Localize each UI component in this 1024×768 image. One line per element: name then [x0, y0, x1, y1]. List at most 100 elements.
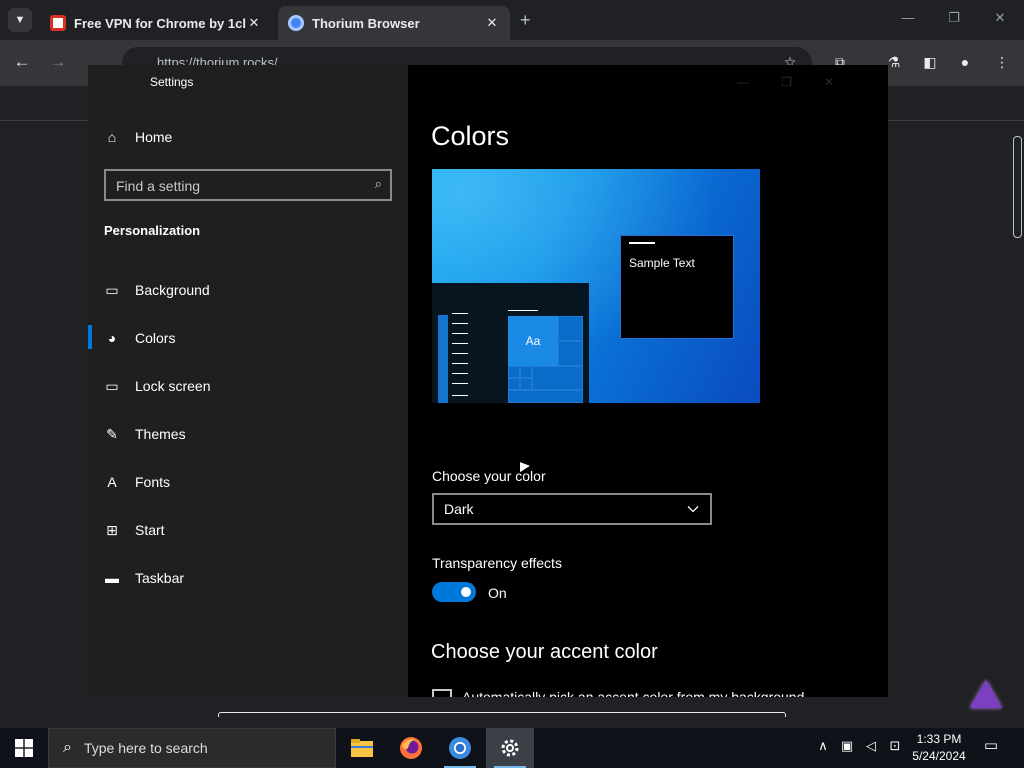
sidebar-item-background[interactable]: ▭ Background — [102, 270, 392, 310]
sidebar-item-start[interactable]: ⊞ Start — [102, 510, 392, 550]
settings-search[interactable]: ⌕ — [104, 169, 392, 201]
lock-screen-icon: ▭ — [105, 377, 119, 394]
transparency-label: Transparency effects — [432, 555, 562, 571]
browser-tab-vpn[interactable]: Free VPN for Chrome by 1click ✕ — [40, 6, 272, 40]
sidebar-item-colors[interactable]: ◕ Colors — [102, 318, 392, 358]
preview-tile — [558, 316, 583, 341]
side-panel-icon[interactable]: ◧ — [920, 54, 940, 71]
nav-label: Themes — [135, 426, 186, 442]
image-icon: ▭ — [105, 281, 119, 298]
preview-title-line — [629, 242, 655, 244]
sidebar-item-fonts[interactable]: A Fonts — [102, 462, 392, 502]
taskbar: ⌕ Type here to search ∧ ▣ ◁ ⊡ 1:33 PM 5/… — [0, 728, 1024, 768]
preview-tile-aa: Aa — [508, 316, 558, 366]
group-title: Personalization — [104, 223, 201, 238]
preview-window: Sample Text — [620, 235, 734, 339]
taskbar-icon: ▬ — [105, 570, 119, 586]
nav-label: Background — [135, 282, 210, 298]
transparency-toggle[interactable] — [432, 582, 476, 602]
toggle-knob — [461, 587, 471, 597]
auto-accent-label: Automatically pick an accent color from … — [462, 689, 805, 697]
browser-tab-thorium[interactable]: Thorium Browser ✕ — [278, 6, 510, 40]
preview-tile — [520, 378, 532, 390]
sidebar-item-taskbar[interactable]: ▬ Taskbar — [102, 558, 392, 598]
system-clock[interactable]: 1:33 PM 5/24/2024 — [904, 731, 974, 765]
notifications-icon[interactable]: ▭ — [978, 736, 1004, 758]
settings-nav: Settings ⌂ Home ⌕ Personalization ▭ Back… — [88, 65, 408, 697]
file-explorer-icon[interactable] — [338, 728, 386, 768]
action-center-warning-icon[interactable]: ⊡ — [884, 738, 906, 754]
page-title: Colors — [431, 121, 510, 151]
profile-icon[interactable]: ● — [955, 54, 975, 70]
chevron-up-icon[interactable]: ∧ — [812, 738, 834, 754]
preview-line — [452, 363, 468, 364]
page-scrollbar[interactable] — [1013, 136, 1022, 238]
sidebar-item-lock-screen[interactable]: ▭ Lock screen — [102, 366, 392, 406]
nav-label: Lock screen — [135, 378, 211, 394]
preview-line — [452, 383, 468, 384]
menu-dots-icon[interactable]: ⋮ — [992, 54, 1012, 71]
preview-line — [452, 323, 468, 324]
preview-tiles: Aa — [508, 316, 583, 403]
restore-button[interactable]: ❐ — [944, 10, 964, 26]
nav-label: Home — [135, 129, 173, 145]
network-icon[interactable]: ▣ — [836, 738, 858, 754]
windows-start-button[interactable] — [0, 728, 48, 768]
firefox-icon[interactable] — [387, 728, 435, 768]
nav-home[interactable]: ⌂ Home — [102, 117, 392, 157]
settings-content: —❐✕ Colors Sample Text Aa Choose your co… — [408, 65, 888, 697]
preview-line — [452, 343, 468, 344]
tab-search-button[interactable]: ▼ — [8, 8, 32, 32]
tab-close-icon[interactable]: ✕ — [246, 15, 262, 31]
nav-label: Colors — [135, 330, 176, 346]
sidebar-item-themes[interactable]: ✎ Themes — [102, 414, 392, 454]
search-input[interactable] — [116, 177, 356, 195]
preview-tile — [508, 390, 583, 403]
preview-start-strip — [438, 315, 448, 403]
new-tab-button[interactable]: + — [520, 10, 531, 31]
nav-label: Fonts — [135, 474, 171, 490]
settings-window: Settings ⌂ Home ⌕ Personalization ▭ Back… — [88, 65, 888, 697]
forward-icon[interactable]: → — [46, 52, 70, 72]
gear-icon — [501, 739, 519, 757]
search-icon[interactable]: ⌕ — [375, 176, 382, 192]
vpn-favicon-icon — [50, 15, 66, 31]
settings-window-controls[interactable]: —❐✕ — [737, 75, 866, 89]
minimize-button[interactable]: — — [898, 10, 918, 25]
triangle-logo-icon[interactable] — [970, 680, 1002, 708]
thorium-favicon-icon — [288, 15, 304, 31]
settings-taskbar-icon[interactable] — [486, 728, 534, 768]
fonts-icon: A — [107, 474, 117, 490]
browser-tab-strip: ▼ Free VPN for Chrome by 1click ✕ Thoriu… — [0, 0, 1024, 40]
clock-date: 5/24/2024 — [912, 749, 966, 763]
home-icon: ⌂ — [107, 129, 117, 145]
preview-tile — [520, 366, 532, 378]
volume-muted-icon[interactable]: ◁ — [860, 738, 882, 754]
preview-tiles-header — [508, 310, 538, 311]
preview-tile — [508, 378, 520, 390]
preview-line — [452, 313, 468, 314]
search-icon: ⌕ — [63, 739, 72, 756]
color-mode-dropdown[interactable]: Dark — [432, 493, 712, 525]
back-icon[interactable]: ← — [10, 52, 34, 72]
taskbar-search-box[interactable]: ⌕ Type here to search — [48, 728, 336, 768]
start-icon: ⊞ — [106, 521, 118, 538]
color-preview: Sample Text Aa — [432, 169, 760, 403]
tab-close-icon[interactable]: ✕ — [484, 15, 500, 31]
page-bottom-bar — [218, 712, 786, 717]
auto-accent-checkbox[interactable] — [432, 689, 452, 697]
preview-tile — [508, 366, 520, 378]
themes-icon: ✎ — [106, 425, 118, 442]
active-indicator — [88, 325, 92, 349]
preview-start-menu: Aa — [432, 283, 589, 403]
chrome-icon[interactable] — [436, 728, 484, 768]
close-window-button[interactable]: ✕ — [990, 10, 1010, 26]
windows-logo-icon — [15, 739, 33, 757]
preview-line — [452, 353, 468, 354]
chevron-down-icon — [687, 506, 699, 513]
dropdown-value: Dark — [444, 501, 474, 517]
toggle-state-text: On — [488, 585, 507, 601]
tab-label: Free VPN for Chrome by 1click — [74, 15, 246, 31]
taskbar-search-placeholder: Type here to search — [83, 740, 208, 756]
preview-line — [452, 395, 468, 396]
